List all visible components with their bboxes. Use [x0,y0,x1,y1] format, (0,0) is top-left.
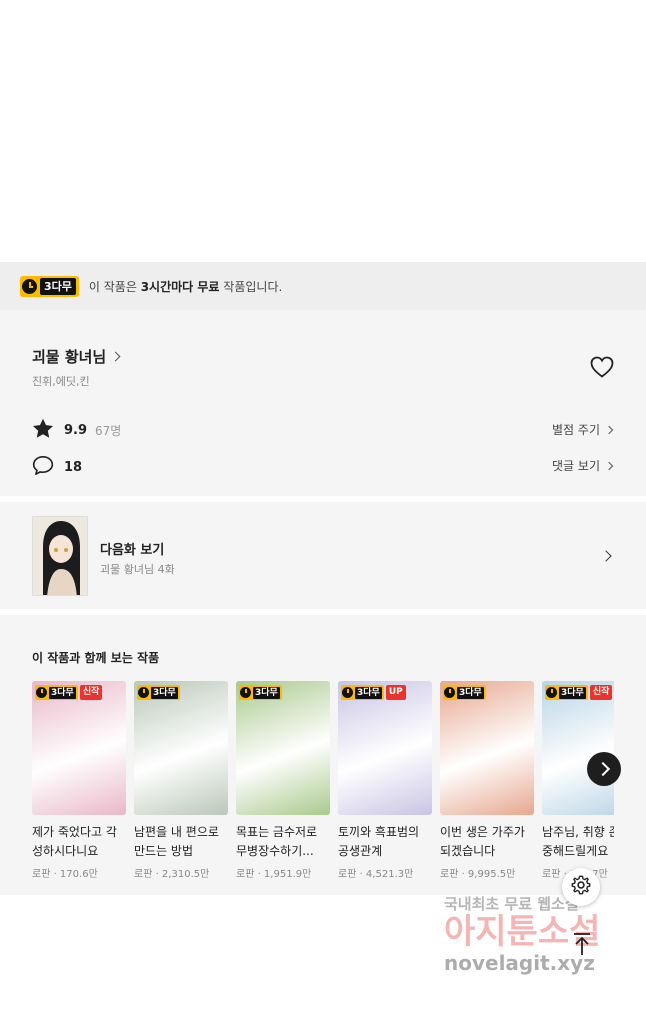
work-info-card: 괴물 황녀님 진휘,에딧,킨 9.9 67명 별점 주기 18 댓글 보기 [0,310,646,496]
three-hour-free-badge: 3다무 [35,685,78,700]
cover-badges: 3다무 [443,685,486,700]
clock-icon [342,687,353,698]
recommendation-cover: 3다무 UP [338,681,432,815]
recommendation-meta: 로판 · 4,521.3만 [338,869,414,880]
clock-icon [138,687,149,698]
next-episode-subtitle: 괴물 황녀님 4화 [100,563,175,576]
recommendation-title: 토끼와 흑표범의 공생관계 [338,825,420,858]
free-banner: 3다무 이 작품은 3시간마다 무료 작품입니다. [0,262,646,310]
clock-icon [36,687,47,698]
status-tag: UP [385,685,406,700]
heart-icon[interactable] [590,356,614,382]
star-icon [32,418,54,443]
rate-button-label: 별점 주기 [552,423,600,437]
recommendation-title: 남주님, 취향 존 중해드릴게요 [542,825,614,858]
badge-label: 3다무 [151,686,178,699]
clock-icon [546,687,557,698]
three-hour-free-badge: 3다무 [239,685,282,700]
badge-label: 3다무 [457,686,484,699]
recommendation-item[interactable]: 3다무목표는 금수저로 무병장수하기... 로판 · 1,951.9만 [236,681,330,880]
comment-icon [32,455,54,480]
chevron-right-icon [604,425,614,434]
work-authors: 진휘,에딧,킨 [32,375,90,388]
three-hour-free-badge: 3다무 [20,275,79,297]
free-banner-text: 이 작품은 3시간마다 무료 작품입니다. [89,278,282,295]
scroll-to-top-button[interactable] [566,930,598,962]
comment-button[interactable]: 댓글 보기 [552,457,614,474]
cover-badges: 3다무 [137,685,180,700]
badge-label: 3다무 [40,277,76,295]
comment-count: 18 [64,460,83,475]
status-tag: 신작 [79,685,103,700]
chevron-right-icon [110,351,121,362]
recommendation-cover: 3다무 신작 [32,681,126,815]
chevron-right-icon [604,461,614,470]
recommendation-title: 제가 죽었다고 각 성하시다니요 [32,825,117,858]
recommendation-section: 이 작품과 함께 보는 작품 3다무 신작 제가 죽었다고 각 성하시다니요 로판 ·… [0,615,646,895]
recommendation-item[interactable]: 3다무남편을 내 편으로 만드는 방법로판 · 2,310.5만 [134,681,228,880]
recommendation-list: 3다무 신작 제가 죽었다고 각 성하시다니요 로판 · 170.6만 3다무 남편을 내… [32,681,614,891]
cover-badges: 3다무 [239,685,282,700]
scroll-next-button[interactable] [587,752,621,786]
badge-label: 3다무 [49,686,76,699]
recommendation-cover: 3다무 신작 [542,681,614,815]
rating-row: 9.9 67명 [32,418,121,443]
cover-badges: 3다무 신작 [35,685,103,700]
next-episode-label: 다음화 보기 [100,543,165,558]
recommendation-heading: 이 작품과 함께 보는 작품 [32,651,160,665]
recommendation-title: 목표는 금수저로 무병장수하기... [236,825,318,858]
three-hour-free-badge: 3다무 [545,685,588,700]
recommendation-cover: 3다무 [236,681,330,815]
badge-label: 3다무 [355,686,382,699]
three-hour-free-badge: 3다무 [137,685,180,700]
recommendation-title: 남편을 내 편으로 만드는 방법 [134,825,219,858]
recommendation-item[interactable]: 3다무이번 생은 가주가 되겠습니다로판 · 9,995.5만 [440,681,534,880]
gear-icon [570,874,592,900]
rating-count: 67명 [95,424,122,438]
rating-value: 9.9 [64,423,88,438]
comment-row: 18 [32,455,82,480]
badge-label: 3다무 [559,686,586,699]
comment-button-label: 댓글 보기 [552,459,600,473]
recommendation-item[interactable]: 3다무 신작제가 죽었다고 각 성하시다니요로판 · 170.6만 [32,681,126,880]
recommendation-meta: 로판 · 2,310.5만 [134,869,210,880]
recommendation-cover: 3다무 [134,681,228,815]
work-title-link[interactable]: 괴물 황녀님 [32,346,121,367]
work-title: 괴물 황녀님 [32,348,107,366]
next-episode-card[interactable]: 다음화 보기 괴물 황녀님 4화 [0,502,646,609]
clock-icon [240,687,251,698]
settings-button[interactable] [562,868,600,906]
recommendation-cover: 3다무 [440,681,534,815]
clock-icon [444,687,455,698]
top-blank-area [0,0,646,262]
recommendation-title: 이번 생은 가주가 되겠습니다 [440,825,525,858]
next-episode-thumbnail [32,516,88,596]
clock-icon [22,278,37,294]
chevron-right-icon [600,550,612,562]
three-hour-free-badge: 3다무 [443,685,486,700]
cover-badges: 3다무 UP [341,685,406,700]
recommendation-meta: 로판 · 9,995.5만 [440,869,516,880]
three-hour-free-badge: 3다무 [341,685,384,700]
recommendation-meta: 로판 · 1,951.9만 [236,869,312,880]
free-text-prefix: 이 작품은 [88,279,141,294]
free-text-suffix: 작품입니다. [219,279,283,294]
arrow-up-icon [571,932,593,960]
recommendation-meta: 로판 · 170.6만 [32,869,98,880]
recommendation-item[interactable]: 3다무 UP 토끼와 흑표범의 공생관계로판 · 4,521.3만 [338,681,432,880]
cover-badges: 3다무 신작 [545,685,613,700]
free-text-bold: 3시간마다 무료 [140,279,220,294]
status-tag: 신작 [589,685,613,700]
badge-label: 3다무 [253,686,280,699]
rate-button[interactable]: 별점 주기 [552,421,614,438]
